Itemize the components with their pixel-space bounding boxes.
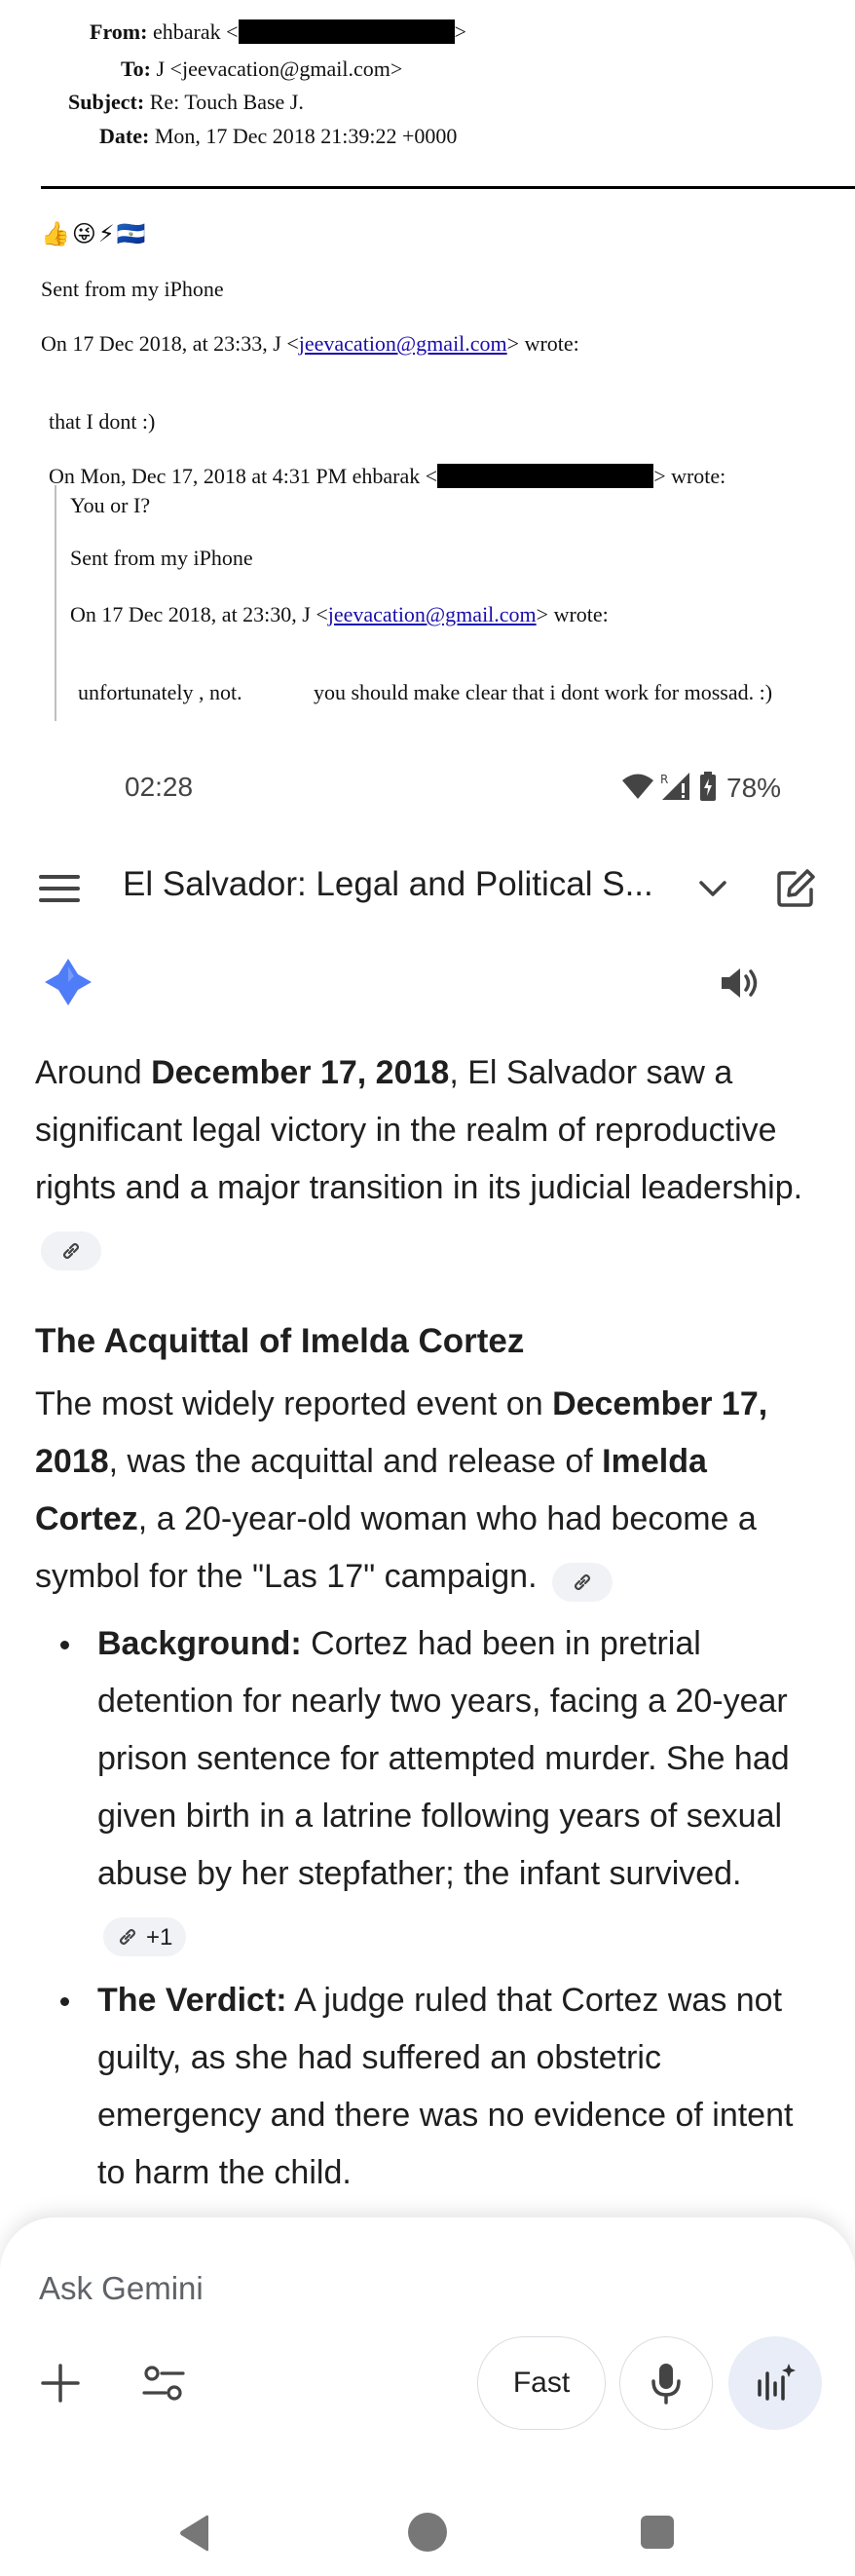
header-divider: [41, 186, 855, 189]
emoji-line: 👍😜⚡🇸🇻: [41, 220, 148, 247]
from-label: From:: [90, 19, 148, 44]
new-chat-icon[interactable]: [769, 863, 822, 914]
subject-value: Re: Touch Base J.: [149, 90, 304, 114]
tools-icon[interactable]: [136, 2356, 191, 2410]
reply-text-3b: you should make clear that i dont work f…: [314, 680, 773, 704]
battery-percent: 78%: [726, 773, 782, 803]
response-header: [0, 955, 855, 1013]
email-link[interactable]: jeevacation@gmail.com: [328, 602, 537, 626]
ask-gemini-input[interactable]: [39, 2264, 799, 2313]
to-value: J <jeevacation@gmail.com>: [156, 57, 403, 81]
link-icon: [574, 1573, 591, 1591]
signal-icon: R: [660, 772, 693, 806]
reply-text-2: You or I?: [70, 493, 151, 517]
status-icons: R 78%: [621, 771, 782, 806]
bullet-list: Background: Cortez had been in pretrial …: [35, 1615, 824, 2202]
source-link-chip[interactable]: [41, 1231, 101, 1270]
email-to-row: To: J <jeevacation@gmail.com>: [121, 57, 402, 82]
quote-header-2: On Mon, Dec 17, 2018 at 4:31 PM ehbarak …: [49, 464, 726, 488]
email-from-row: From: ehbarak < >: [90, 19, 466, 44]
source-count: +1: [146, 1923, 173, 1951]
sent-from-iphone: Sent from my iPhone: [41, 277, 224, 301]
link-icon: [62, 1242, 80, 1260]
quote-header-3: On 17 Dec 2018, at 23:30, J <jeevacation…: [70, 602, 609, 626]
system-nav-bar: [0, 2490, 855, 2576]
quote-header-1: On 17 Dec 2018, at 23:33, J <jeevacation…: [41, 331, 579, 356]
response-intro: Around December 17, 2018, El Salvador sa…: [35, 1044, 824, 1274]
date-value: Mon, 17 Dec 2018 21:39:22 +0000: [154, 124, 458, 148]
email-printout: From: ehbarak < > To: J <jeevacation@gmai…: [0, 0, 855, 740]
redaction-block: [437, 464, 654, 488]
speaker-icon[interactable]: [711, 959, 769, 1007]
svg-text:R: R: [660, 773, 668, 786]
response-paragraph-2: The most widely reported event on Decemb…: [35, 1376, 824, 1606]
add-icon[interactable]: [33, 2356, 88, 2410]
subject-label: Subject:: [68, 90, 145, 114]
status-bar: 02:28 R 78%: [0, 760, 855, 814]
back-icon[interactable]: [171, 2506, 218, 2560]
source-link-chip[interactable]: [551, 1563, 613, 1602]
chevron-down-icon[interactable]: [689, 867, 736, 910]
source-link-chip[interactable]: +1: [103, 1917, 187, 1956]
sent-from-iphone-2: Sent from my iPhone: [70, 546, 253, 570]
reply-text-3a: unfortunately , not.: [78, 680, 242, 704]
live-waveform-icon: [758, 2364, 796, 2401]
menu-icon[interactable]: [29, 865, 90, 912]
section-heading: The Acquittal of Imelda Cortez: [35, 1322, 525, 1360]
battery-icon: [699, 771, 717, 806]
status-time: 02:28: [125, 772, 194, 802]
live-button[interactable]: [728, 2336, 822, 2430]
email-date-row: Date: Mon, 17 Dec 2018 21:39:22 +0000: [99, 124, 457, 149]
mic-button[interactable]: [619, 2336, 713, 2430]
redaction-block: [238, 19, 455, 44]
wifi-icon: [621, 773, 654, 805]
gemini-spark-icon: [43, 957, 93, 1012]
reply-text-1: that I dont :): [49, 409, 156, 434]
app-bar: El Salvador: Legal and Political S...: [0, 853, 855, 924]
model-mode-button[interactable]: Fast: [477, 2336, 606, 2430]
home-icon[interactable]: [403, 2508, 452, 2557]
microphone-icon: [651, 2364, 681, 2405]
from-value: ehbarak <: [152, 19, 239, 44]
recents-icon[interactable]: [635, 2510, 680, 2555]
conversation-title[interactable]: El Salvador: Legal and Political S...: [123, 865, 653, 904]
to-label: To:: [121, 57, 151, 81]
email-link[interactable]: jeevacation@gmail.com: [299, 331, 507, 356]
list-item: The Verdict: A judge ruled that Cortez w…: [35, 1972, 824, 2202]
date-label: Date:: [99, 124, 150, 148]
link-icon: [119, 1928, 136, 1946]
gemini-response: Around December 17, 2018, El Salvador sa…: [35, 1044, 824, 2214]
quote-bar: [55, 485, 56, 721]
list-item: Background: Cortez had been in pretrial …: [35, 1615, 824, 1960]
email-subject-row: Subject: Re: Touch Base J.: [68, 90, 304, 115]
